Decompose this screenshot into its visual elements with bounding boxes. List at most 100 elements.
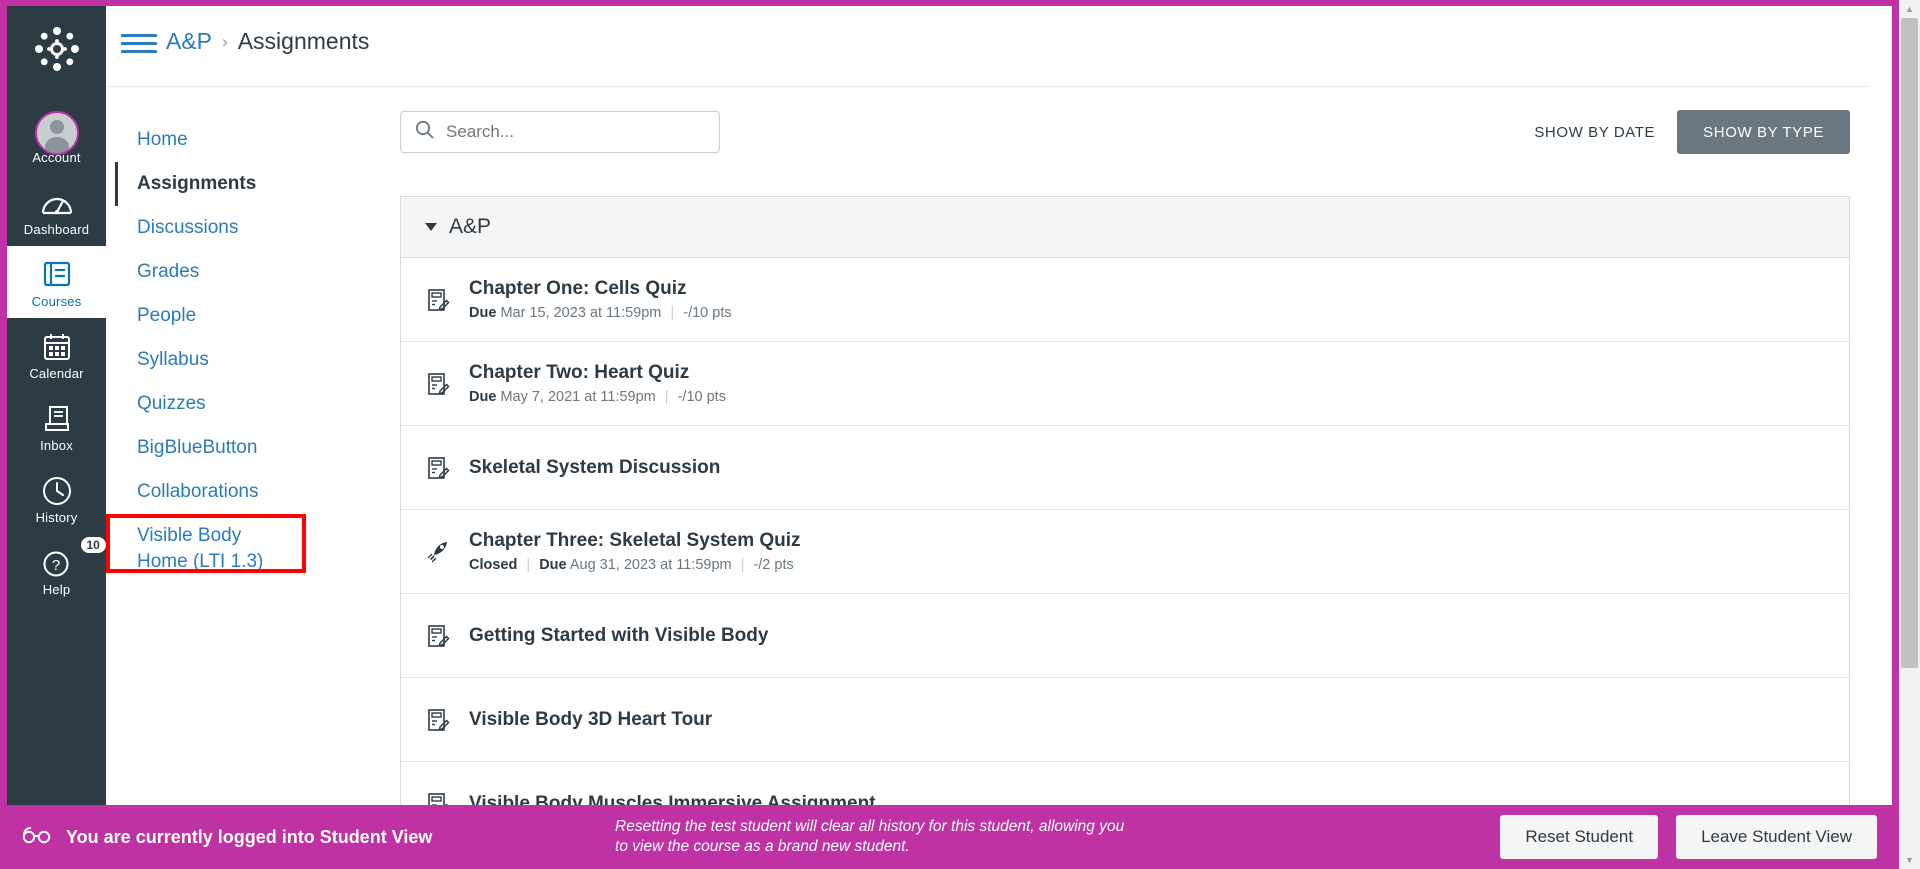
global-nav-label: History (7, 510, 106, 525)
global-nav-item-help[interactable]: ? 10 Help (7, 534, 106, 606)
global-nav-item-calendar[interactable]: Calendar (7, 318, 106, 390)
course-nav-item-assignments[interactable]: Assignments (115, 162, 330, 206)
meta-separator: | (526, 557, 530, 573)
canvas-logo[interactable] (31, 23, 83, 80)
breadcrumb: A&P › Assignments (166, 28, 369, 55)
leave-student-view-button[interactable]: Leave Student View (1676, 815, 1877, 859)
due-label: Due (539, 557, 566, 573)
scroll-down-arrow-icon[interactable]: ▼ (1899, 851, 1920, 869)
due-date: Aug 31, 2023 at 11:59pm (570, 557, 732, 573)
due-date: May 7, 2021 at 11:59pm (500, 389, 655, 405)
course-nav-item-home[interactable]: Home (115, 118, 330, 162)
table-row[interactable]: Chapter Three: Skeletal System Quiz Clos… (401, 510, 1849, 594)
points: -/10 pts (678, 389, 726, 405)
student-view-frame-left (0, 0, 7, 869)
assignment-title-link[interactable]: Chapter Two: Heart Quiz (469, 362, 726, 384)
global-nav-item-dashboard[interactable]: Dashboard (7, 174, 106, 246)
assignment-meta: Due May 7, 2021 at 11:59pm | -/10 pts (469, 389, 726, 405)
course-nav-item-bigbluebutton[interactable]: BigBlueButton (115, 426, 330, 470)
points: -/10 pts (683, 305, 731, 321)
student-view-bar: You are currently logged into Student Vi… (0, 805, 1899, 869)
clock-icon (7, 471, 106, 509)
breadcrumb-separator: › (222, 32, 228, 52)
svg-text:?: ? (51, 557, 59, 574)
search-icon (415, 120, 434, 144)
assignment-title-link[interactable]: Chapter One: Cells Quiz (469, 278, 732, 300)
course-nav-item-grades[interactable]: Grades (115, 250, 330, 294)
breadcrumb-current: Assignments (238, 28, 370, 55)
browser-scrollbar[interactable]: ▲ ▼ (1899, 0, 1920, 869)
assignment-meta: Due Mar 15, 2023 at 11:59pm | -/10 pts (469, 305, 732, 321)
assignment-document-icon (425, 456, 451, 480)
assignment-title-link[interactable]: Skeletal System Discussion (469, 457, 720, 479)
status-badge: Closed (469, 557, 517, 573)
assignment-title-link[interactable]: Chapter Three: Skeletal System Quiz (469, 530, 801, 552)
search-input[interactable] (446, 122, 705, 142)
meta-separator: | (741, 557, 745, 573)
global-nav-item-inbox[interactable]: Inbox (7, 390, 106, 462)
dashboard-gauge-icon (7, 183, 106, 221)
global-navigation: Account Dashboard (7, 6, 106, 805)
global-nav-label: Calendar (7, 366, 106, 381)
global-nav-label: Courses (7, 294, 106, 309)
global-nav-item-account[interactable]: Account (7, 102, 106, 174)
assignments-toolbar: SHOW BY DATE SHOW BY TYPE (400, 110, 1850, 154)
table-row[interactable]: Getting Started with Visible Body (401, 594, 1849, 678)
calendar-icon (7, 327, 106, 365)
meta-separator: | (665, 389, 669, 405)
glasses-icon (22, 825, 52, 849)
global-nav-item-courses[interactable]: Courses (7, 246, 106, 318)
search-input-wrapper[interactable] (400, 111, 720, 153)
student-view-frame-top (0, 0, 1899, 6)
table-row[interactable]: Chapter One: Cells Quiz Due Mar 15, 2023… (401, 258, 1849, 342)
chevron-down-icon[interactable] (425, 223, 437, 231)
assignment-document-icon (425, 708, 451, 732)
course-navigation: Home Assignments Discussions Grades Peop… (115, 118, 330, 584)
global-nav-label: Inbox (7, 438, 106, 453)
course-nav-item-people[interactable]: People (115, 294, 330, 338)
table-row[interactable]: Skeletal System Discussion (401, 426, 1849, 510)
global-nav-label: Dashboard (7, 222, 106, 237)
inbox-tray-icon (7, 399, 106, 437)
course-nav-item-quizzes[interactable]: Quizzes (115, 382, 330, 426)
header-divider (106, 86, 1868, 87)
assignment-meta: Closed | Due Aug 31, 2023 at 11:59pm | -… (469, 557, 801, 573)
table-row[interactable]: Chapter Two: Heart Quiz Due May 7, 2021 … (401, 342, 1849, 426)
course-nav-item-visible-body-home[interactable]: Visible Body Home (LTI 1.3) (115, 514, 280, 584)
points: -/2 pts (753, 557, 793, 573)
student-view-message: Resetting the test student will clear al… (615, 817, 1135, 857)
help-question-icon: ? 10 (7, 543, 106, 581)
reset-student-button[interactable]: Reset Student (1500, 815, 1658, 859)
assignment-title-link[interactable]: Getting Started with Visible Body (469, 625, 768, 647)
assignment-document-icon (425, 372, 451, 396)
table-row[interactable]: Visible Body 3D Heart Tour (401, 678, 1849, 762)
assignments-content: SHOW BY DATE SHOW BY TYPE A&P (400, 110, 1850, 846)
due-label: Due (469, 305, 496, 321)
due-label: Due (469, 389, 496, 405)
breadcrumb-course-link[interactable]: A&P (166, 28, 212, 55)
scrollbar-thumb[interactable] (1901, 18, 1918, 668)
scroll-up-arrow-icon[interactable]: ▲ (1899, 0, 1920, 18)
hamburger-icon[interactable] (121, 29, 157, 58)
assignment-group: A&P Chapter One: Cells Quiz Due (400, 196, 1850, 846)
courses-book-icon (7, 255, 106, 293)
student-view-title: You are currently logged into Student Vi… (66, 827, 432, 848)
assignment-document-icon (425, 288, 451, 312)
show-by-date-button[interactable]: SHOW BY DATE (1512, 110, 1677, 154)
assignment-group-header[interactable]: A&P (401, 197, 1849, 258)
course-nav-item-discussions[interactable]: Discussions (115, 206, 330, 250)
top-header: A&P › Assignments (106, 6, 1892, 86)
student-view-frame-right (1892, 0, 1899, 869)
due-date: Mar 15, 2023 at 11:59pm (500, 305, 661, 321)
avatar-icon (7, 111, 106, 149)
show-by-toggle-group: SHOW BY DATE SHOW BY TYPE (1512, 110, 1850, 154)
global-nav-item-history[interactable]: History (7, 462, 106, 534)
rocket-icon (425, 539, 451, 565)
show-by-type-button[interactable]: SHOW BY TYPE (1677, 110, 1850, 154)
help-badge-count: 10 (81, 537, 106, 553)
assignment-title-link[interactable]: Visible Body 3D Heart Tour (469, 709, 712, 731)
assignment-document-icon (425, 624, 451, 648)
global-nav-label: Help (7, 582, 106, 597)
course-nav-item-collaborations[interactable]: Collaborations (115, 470, 330, 514)
course-nav-item-syllabus[interactable]: Syllabus (115, 338, 330, 382)
